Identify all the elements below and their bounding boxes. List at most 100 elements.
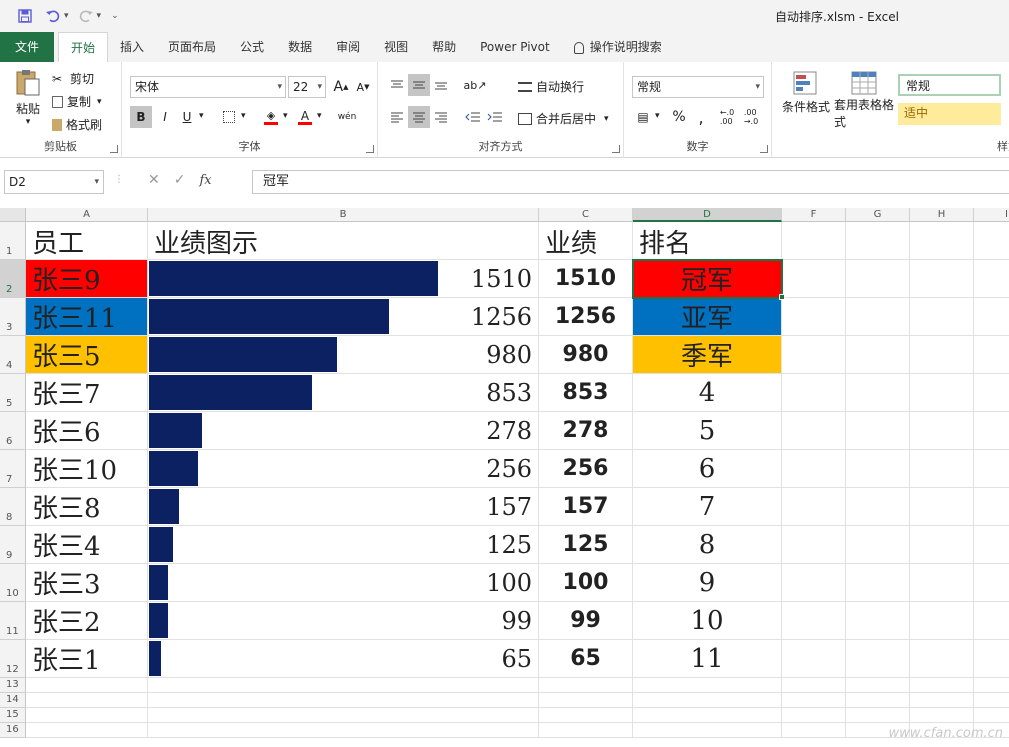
header-cell-performance[interactable]: 业绩 xyxy=(539,222,633,260)
chart-cell[interactable]: 1510 xyxy=(148,260,539,298)
cell[interactable] xyxy=(782,412,846,450)
cell[interactable] xyxy=(910,374,974,412)
cell[interactable] xyxy=(910,336,974,374)
conditional-formatting-button[interactable]: 条件格式 xyxy=(780,70,832,115)
font-name-combo[interactable]: 宋体 ▾ xyxy=(130,76,286,98)
employee-name-cell[interactable]: 张三3 xyxy=(26,564,148,602)
cell[interactable] xyxy=(782,526,846,564)
increase-decimal-button[interactable]: ←.0.00 xyxy=(716,106,738,128)
cell[interactable] xyxy=(148,723,539,738)
cell[interactable] xyxy=(974,412,1009,450)
cell[interactable] xyxy=(974,564,1009,602)
phonetic-button[interactable]: wén xyxy=(336,106,358,128)
orientation-button[interactable]: ab↗ xyxy=(464,74,487,96)
row-header-11[interactable]: 11 xyxy=(0,602,26,640)
align-top-button[interactable] xyxy=(386,74,408,96)
column-header-g[interactable]: G xyxy=(846,208,910,222)
cell[interactable] xyxy=(846,450,910,488)
row-header-14[interactable]: 14 xyxy=(0,693,26,708)
cell[interactable] xyxy=(910,260,974,298)
row-header-5[interactable]: 5 xyxy=(0,374,26,412)
clipboard-launcher-icon[interactable] xyxy=(110,145,118,153)
performance-cell[interactable]: 125 xyxy=(539,526,633,564)
cell[interactable] xyxy=(910,222,974,260)
tab-insert[interactable]: 插入 xyxy=(108,32,156,62)
column-header-d[interactable]: D xyxy=(633,208,782,222)
cell[interactable] xyxy=(148,693,539,708)
performance-cell[interactable]: 853 xyxy=(539,374,633,412)
cell[interactable] xyxy=(910,602,974,640)
performance-cell[interactable]: 256 xyxy=(539,450,633,488)
cell[interactable] xyxy=(974,693,1009,708)
decrease-decimal-button[interactable]: .00 →.0 xyxy=(740,106,762,128)
employee-name-cell[interactable]: 张三8 xyxy=(26,488,148,526)
employee-name-cell[interactable]: 张三4 xyxy=(26,526,148,564)
row-header-2[interactable]: 2 xyxy=(0,260,26,298)
redo-icon[interactable] xyxy=(75,5,97,27)
performance-cell[interactable]: 100 xyxy=(539,564,633,602)
chart-cell[interactable]: 256 xyxy=(148,450,539,488)
copy-button[interactable]: 复制 ▾ xyxy=(52,93,102,110)
chart-cell[interactable]: 157 xyxy=(148,488,539,526)
number-format-combo[interactable]: 常规 ▾ xyxy=(632,76,764,98)
cell[interactable] xyxy=(148,678,539,693)
cell[interactable] xyxy=(846,260,910,298)
column-header-h[interactable]: H xyxy=(910,208,974,222)
customize-qat-icon[interactable]: ⌄ xyxy=(111,11,119,21)
row-header-1[interactable]: 1 xyxy=(0,222,26,260)
cell[interactable] xyxy=(974,222,1009,260)
cell[interactable] xyxy=(782,602,846,640)
tab-view[interactable]: 视图 xyxy=(372,32,420,62)
cell[interactable] xyxy=(910,298,974,336)
format-painter-button[interactable]: 格式刷 xyxy=(52,116,102,133)
tab-file[interactable]: 文件 xyxy=(0,32,54,62)
cell[interactable] xyxy=(910,412,974,450)
rank-cell[interactable]: 8 xyxy=(633,526,782,564)
row-header-12[interactable]: 12 xyxy=(0,640,26,678)
cell[interactable] xyxy=(782,374,846,412)
cell[interactable] xyxy=(846,564,910,602)
align-center-button[interactable] xyxy=(408,106,430,128)
cell[interactable] xyxy=(974,602,1009,640)
borders-dropdown-icon[interactable]: ▾ xyxy=(241,111,246,121)
cell[interactable] xyxy=(782,488,846,526)
rank-cell[interactable]: 季军 xyxy=(633,336,782,374)
row-header-3[interactable]: 3 xyxy=(0,298,26,336)
name-box[interactable]: D2 ▾ xyxy=(4,170,104,194)
cell[interactable] xyxy=(782,298,846,336)
chart-cell[interactable]: 980 xyxy=(148,336,539,374)
performance-cell[interactable]: 99 xyxy=(539,602,633,640)
grow-font-button[interactable]: A ▲ xyxy=(330,76,352,98)
tab-formulas[interactable]: 公式 xyxy=(228,32,276,62)
cell[interactable] xyxy=(539,708,633,723)
accounting-format-button[interactable]: ▤ xyxy=(632,106,654,128)
cell[interactable] xyxy=(910,693,974,708)
cell[interactable] xyxy=(846,488,910,526)
tab-page-layout[interactable]: 页面布局 xyxy=(156,32,228,62)
cell[interactable] xyxy=(782,678,846,693)
cell[interactable] xyxy=(974,640,1009,678)
employee-name-cell[interactable]: 张三9 xyxy=(26,260,148,298)
undo-dropdown-icon[interactable]: ▾ xyxy=(64,11,69,21)
tab-review[interactable]: 审阅 xyxy=(324,32,372,62)
cell[interactable] xyxy=(910,678,974,693)
cell[interactable] xyxy=(148,708,539,723)
italic-button[interactable]: I xyxy=(154,106,176,128)
cell[interactable] xyxy=(846,336,910,374)
cell[interactable] xyxy=(26,723,148,738)
cell[interactable] xyxy=(910,708,974,723)
chart-cell[interactable]: 125 xyxy=(148,526,539,564)
rank-cell[interactable]: 6 xyxy=(633,450,782,488)
align-middle-button[interactable] xyxy=(408,74,430,96)
chart-cell[interactable]: 853 xyxy=(148,374,539,412)
chart-cell[interactable]: 1256 xyxy=(148,298,539,336)
cut-button[interactable]: ✂ 剪切 xyxy=(52,70,94,87)
performance-cell[interactable]: 980 xyxy=(539,336,633,374)
row-header-4[interactable]: 4 xyxy=(0,336,26,374)
cell[interactable] xyxy=(782,564,846,602)
row-header-13[interactable]: 13 xyxy=(0,678,26,693)
row-header-6[interactable]: 6 xyxy=(0,412,26,450)
cell[interactable] xyxy=(633,678,782,693)
row-header-9[interactable]: 9 xyxy=(0,526,26,564)
rank-cell[interactable]: 4 xyxy=(633,374,782,412)
